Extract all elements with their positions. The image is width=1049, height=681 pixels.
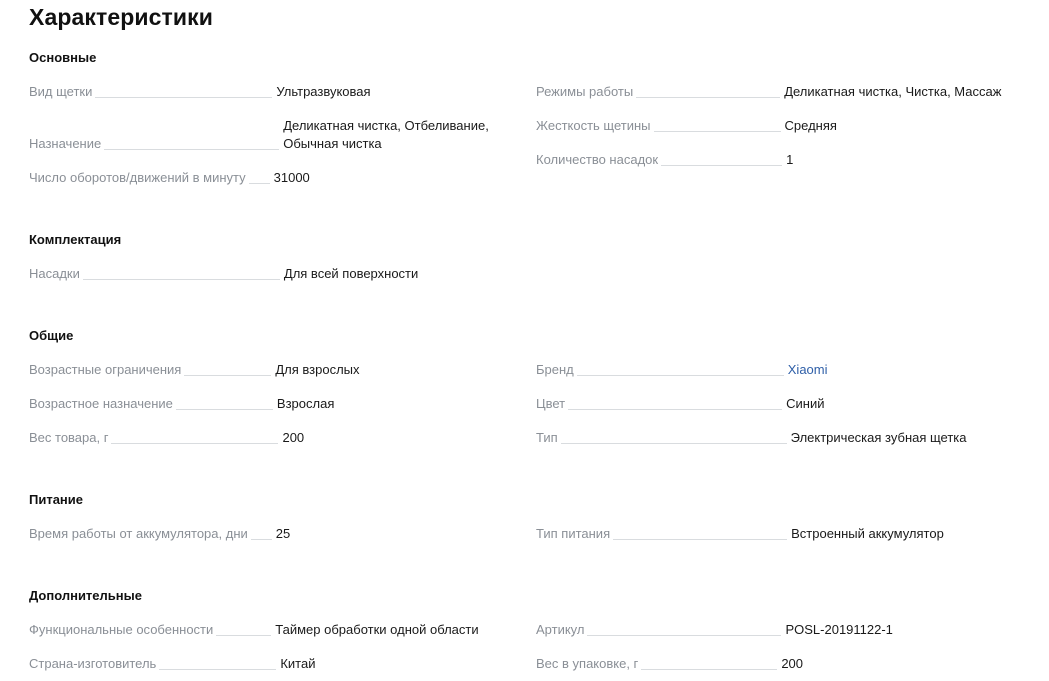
- spec-value: 200: [282, 430, 305, 445]
- spec-row-power-type: Тип питания Встроенный аккумулятор: [536, 525, 1029, 543]
- page-title: Характеристики: [29, 4, 213, 30]
- section-general: Общие Возрастные ограничения Для взрослы…: [29, 328, 1029, 445]
- leader-line: [633, 83, 784, 101]
- leader-line: [173, 395, 277, 413]
- spec-row-heads-count: Количество насадок 1: [536, 151, 1029, 169]
- spec-row-sku: Артикул POSL-20191122-1: [536, 621, 1029, 639]
- leader-line: [101, 135, 283, 153]
- spec-label: Тип питания: [536, 526, 611, 541]
- spec-value: Синий: [786, 396, 825, 411]
- leader-line: [651, 117, 785, 135]
- spec-row-age-limits: Возрастные ограничения Для взрослых: [29, 361, 519, 379]
- spec-row-age-purpose: Возрастное назначение Взрослая: [29, 395, 519, 413]
- spec-row-color: Цвет Синий: [536, 395, 1029, 413]
- spec-label: Насадки: [29, 266, 80, 281]
- spec-value: Для всей поверхности: [283, 266, 419, 281]
- spec-label: Жесткость щетины: [536, 118, 651, 133]
- spec-value-line: Обычная чистка: [283, 136, 382, 151]
- section-power: Питание Время работы от аккумулятора, дн…: [29, 492, 1029, 541]
- spec-row-purpose: Назначение Деликатная чистка, Отбеливани…: [29, 117, 519, 153]
- spec-row-country: Страна-изготовитель Китай: [29, 655, 519, 673]
- spec-value: Деликатная чистка, Чистка, Массаж: [784, 84, 1002, 99]
- leader-line: [108, 429, 282, 447]
- spec-label: Страна-изготовитель: [29, 656, 157, 671]
- spec-row-modes: Режимы работы Деликатная чистка, Чистка,…: [536, 83, 1029, 101]
- section-title: Основные: [29, 50, 97, 65]
- spec-row-package-weight: Вес в упаковке, г 200: [536, 655, 1029, 673]
- section-main: Основные Вид щетки Ультразвуковая Назнач…: [29, 50, 1029, 185]
- spec-value: Средняя: [784, 118, 837, 133]
- spec-value: Взрослая: [276, 396, 335, 411]
- spec-label: Артикул: [536, 622, 585, 637]
- leader-line: [638, 655, 781, 673]
- leader-line: [610, 525, 791, 543]
- spec-row-stiffness: Жесткость щетины Средняя: [536, 117, 1029, 135]
- leader-line: [658, 151, 786, 169]
- leader-line: [92, 83, 276, 101]
- spec-label: Возрастное назначение: [29, 396, 173, 411]
- spec-row-type: Тип Электрическая зубная щетка: [536, 429, 1029, 447]
- spec-value: Деликатная чистка, Отбеливание, Обычная …: [283, 117, 489, 153]
- spec-value: Таймер обработки одной области: [275, 622, 479, 637]
- spec-row-heads: Насадки Для всей поверхности: [29, 265, 519, 283]
- section-title: Питание: [29, 492, 84, 507]
- spec-value: 25: [275, 526, 291, 541]
- section-title: Комплектация: [29, 232, 122, 247]
- section-kit: Комплектация Насадки Для всей поверхност…: [29, 232, 1029, 281]
- spec-label: Тип: [536, 430, 558, 445]
- spec-value: Для взрослых: [275, 362, 360, 377]
- spec-row-battery-life: Время работы от аккумулятора, дни 25: [29, 525, 519, 543]
- spec-row-brand: Бренд Xiaomi: [536, 361, 1029, 379]
- spec-row-weight: Вес товара, г 200: [29, 429, 519, 447]
- brand-link[interactable]: Xiaomi: [788, 361, 828, 379]
- spec-label: Число оборотов/движений в минуту: [29, 170, 246, 185]
- leader-line: [248, 525, 276, 543]
- spec-row-features: Функциональные особенности Таймер обрабо…: [29, 621, 519, 639]
- leader-line: [181, 361, 275, 379]
- spec-value: Электрическая зубная щетка: [790, 430, 967, 445]
- leader-line: [156, 655, 280, 673]
- spec-label: Вес товара, г: [29, 430, 109, 445]
- section-title: Дополнительные: [29, 588, 142, 603]
- spec-row-brush-type: Вид щетки Ультразвуковая: [29, 83, 519, 101]
- spec-label: Вид щетки: [29, 84, 93, 99]
- spec-value: 1: [786, 152, 794, 167]
- spec-row-rpm: Число оборотов/движений в минуту 31000: [29, 169, 519, 187]
- spec-value: Ультразвуковая: [276, 84, 371, 99]
- spec-label: Возрастные ограничения: [29, 362, 182, 377]
- leader-line: [213, 621, 275, 639]
- spec-value: POSL-20191122-1: [785, 622, 893, 637]
- leader-line: [246, 169, 274, 187]
- spec-label: Функциональные особенности: [29, 622, 214, 637]
- spec-label: Назначение: [29, 136, 102, 151]
- leader-line: [574, 361, 788, 379]
- section-title: Общие: [29, 328, 74, 343]
- spec-label: Вес в упаковке, г: [536, 656, 639, 671]
- spec-value: 31000: [273, 170, 310, 185]
- leader-line: [558, 429, 791, 447]
- spec-label: Цвет: [536, 396, 566, 411]
- characteristics-page: Характеристики Основные Вид щетки Ультра…: [0, 0, 1049, 681]
- leader-line: [565, 395, 786, 413]
- spec-label: Количество насадок: [536, 152, 659, 167]
- spec-label: Бренд: [536, 362, 574, 377]
- leader-line: [80, 265, 284, 283]
- spec-value: 200: [781, 656, 804, 671]
- spec-label: Время работы от аккумулятора, дни: [29, 526, 248, 541]
- spec-value: Встроенный аккумулятор: [791, 526, 944, 541]
- leader-line: [584, 621, 785, 639]
- spec-value: Китай: [280, 656, 316, 671]
- section-extra: Дополнительные Функциональные особенност…: [29, 588, 1029, 671]
- spec-label: Режимы работы: [536, 84, 634, 99]
- spec-value-line: Деликатная чистка, Отбеливание,: [283, 118, 489, 133]
